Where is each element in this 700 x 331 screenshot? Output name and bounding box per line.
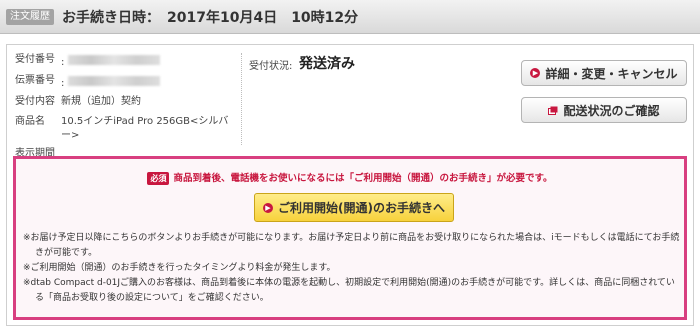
product-row: 商品名 10.5インチiPad Pro 256GB<シルバー> [15,115,237,143]
arrow-circle-icon: ▶ [530,68,541,78]
slip-number-redacted [67,76,160,86]
receipt-number-label: 受付番号 [15,54,55,65]
receipt-number-redacted [67,55,160,65]
notes-list: ※お届け予定日以降にこちらのボタンよりお手続きが可能になります。お届け予定日より… [23,231,683,306]
activation-procedure-button[interactable]: ▶ ご利用開始(開通)のお手続きへ [254,193,454,222]
status-value: 発送済み [299,56,355,72]
column-divider [241,53,242,145]
product-label: 商品名 [15,116,45,127]
window-icon [548,106,558,115]
content-label: 受付内容 [15,96,55,107]
note-item: ※ご利用開始（開通）のお手続きを行ったタイミングより料金が発生します。 [23,263,336,273]
procedure-datetime-title: お手続き日時： 2017年10月4日 10時12分 [62,9,359,26]
product-value: 10.5インチiPad Pro 256GB<シルバー> [61,116,229,141]
receipt-number-row: 受付番号 : [15,53,237,70]
order-panel: 受付番号 : 伝票番号 : 受付内容 新規（追加）契約 商品名 10.5インチi… [6,44,694,326]
note-item: ※dtab Compact d-01Jご購入のお客様は、商品到着後に本体の電源を… [23,278,675,303]
slip-number-label: 伝票番号 [15,75,55,86]
shipping-button-label: 配送状況のご確認 [563,103,660,118]
arrow-circle-icon: ▶ [263,202,273,213]
details-button-label: 詳細・変更・キャンセル [545,66,678,81]
activation-notice-box: 必須 商品到着後、電話機をお使いになるには「ご利用開始（開通）のお手続き」が必要で… [13,156,687,320]
content-value: 新規（追加）契約 [61,96,141,107]
order-history-badge: 注文履歴 [6,8,54,25]
status-label: 受付状況: [249,61,293,72]
note-item: ※お届け予定日以降にこちらのボタンよりお手続きが可能になります。お届け予定日より… [23,233,680,258]
slip-number-row: 伝票番号 : [15,74,237,91]
details-change-cancel-button[interactable]: ▶ 詳細・変更・キャンセル [521,60,687,86]
content-row: 受付内容 新規（追加）契約 [15,95,237,111]
required-notice: 必須 商品到着後、電話機をお使いになるには「ご利用開始（開通）のお手続き」が必要で… [16,170,684,185]
required-text: 商品到着後、電話機をお使いになるには「ご利用開始（開通）のお手続き」が必要です。 [173,173,553,184]
activation-button-label: ご利用開始(開通)のお手続きへ [278,201,445,215]
required-badge: 必須 [147,172,170,185]
shipping-status-button[interactable]: 配送状況のご確認 [521,97,687,123]
order-history-header: 注文履歴 お手続き日時： 2017年10月4日 10時12分 [0,0,700,34]
order-info: 受付番号 : 伝票番号 : 受付内容 新規（追加）契約 商品名 10.5インチi… [15,53,237,167]
